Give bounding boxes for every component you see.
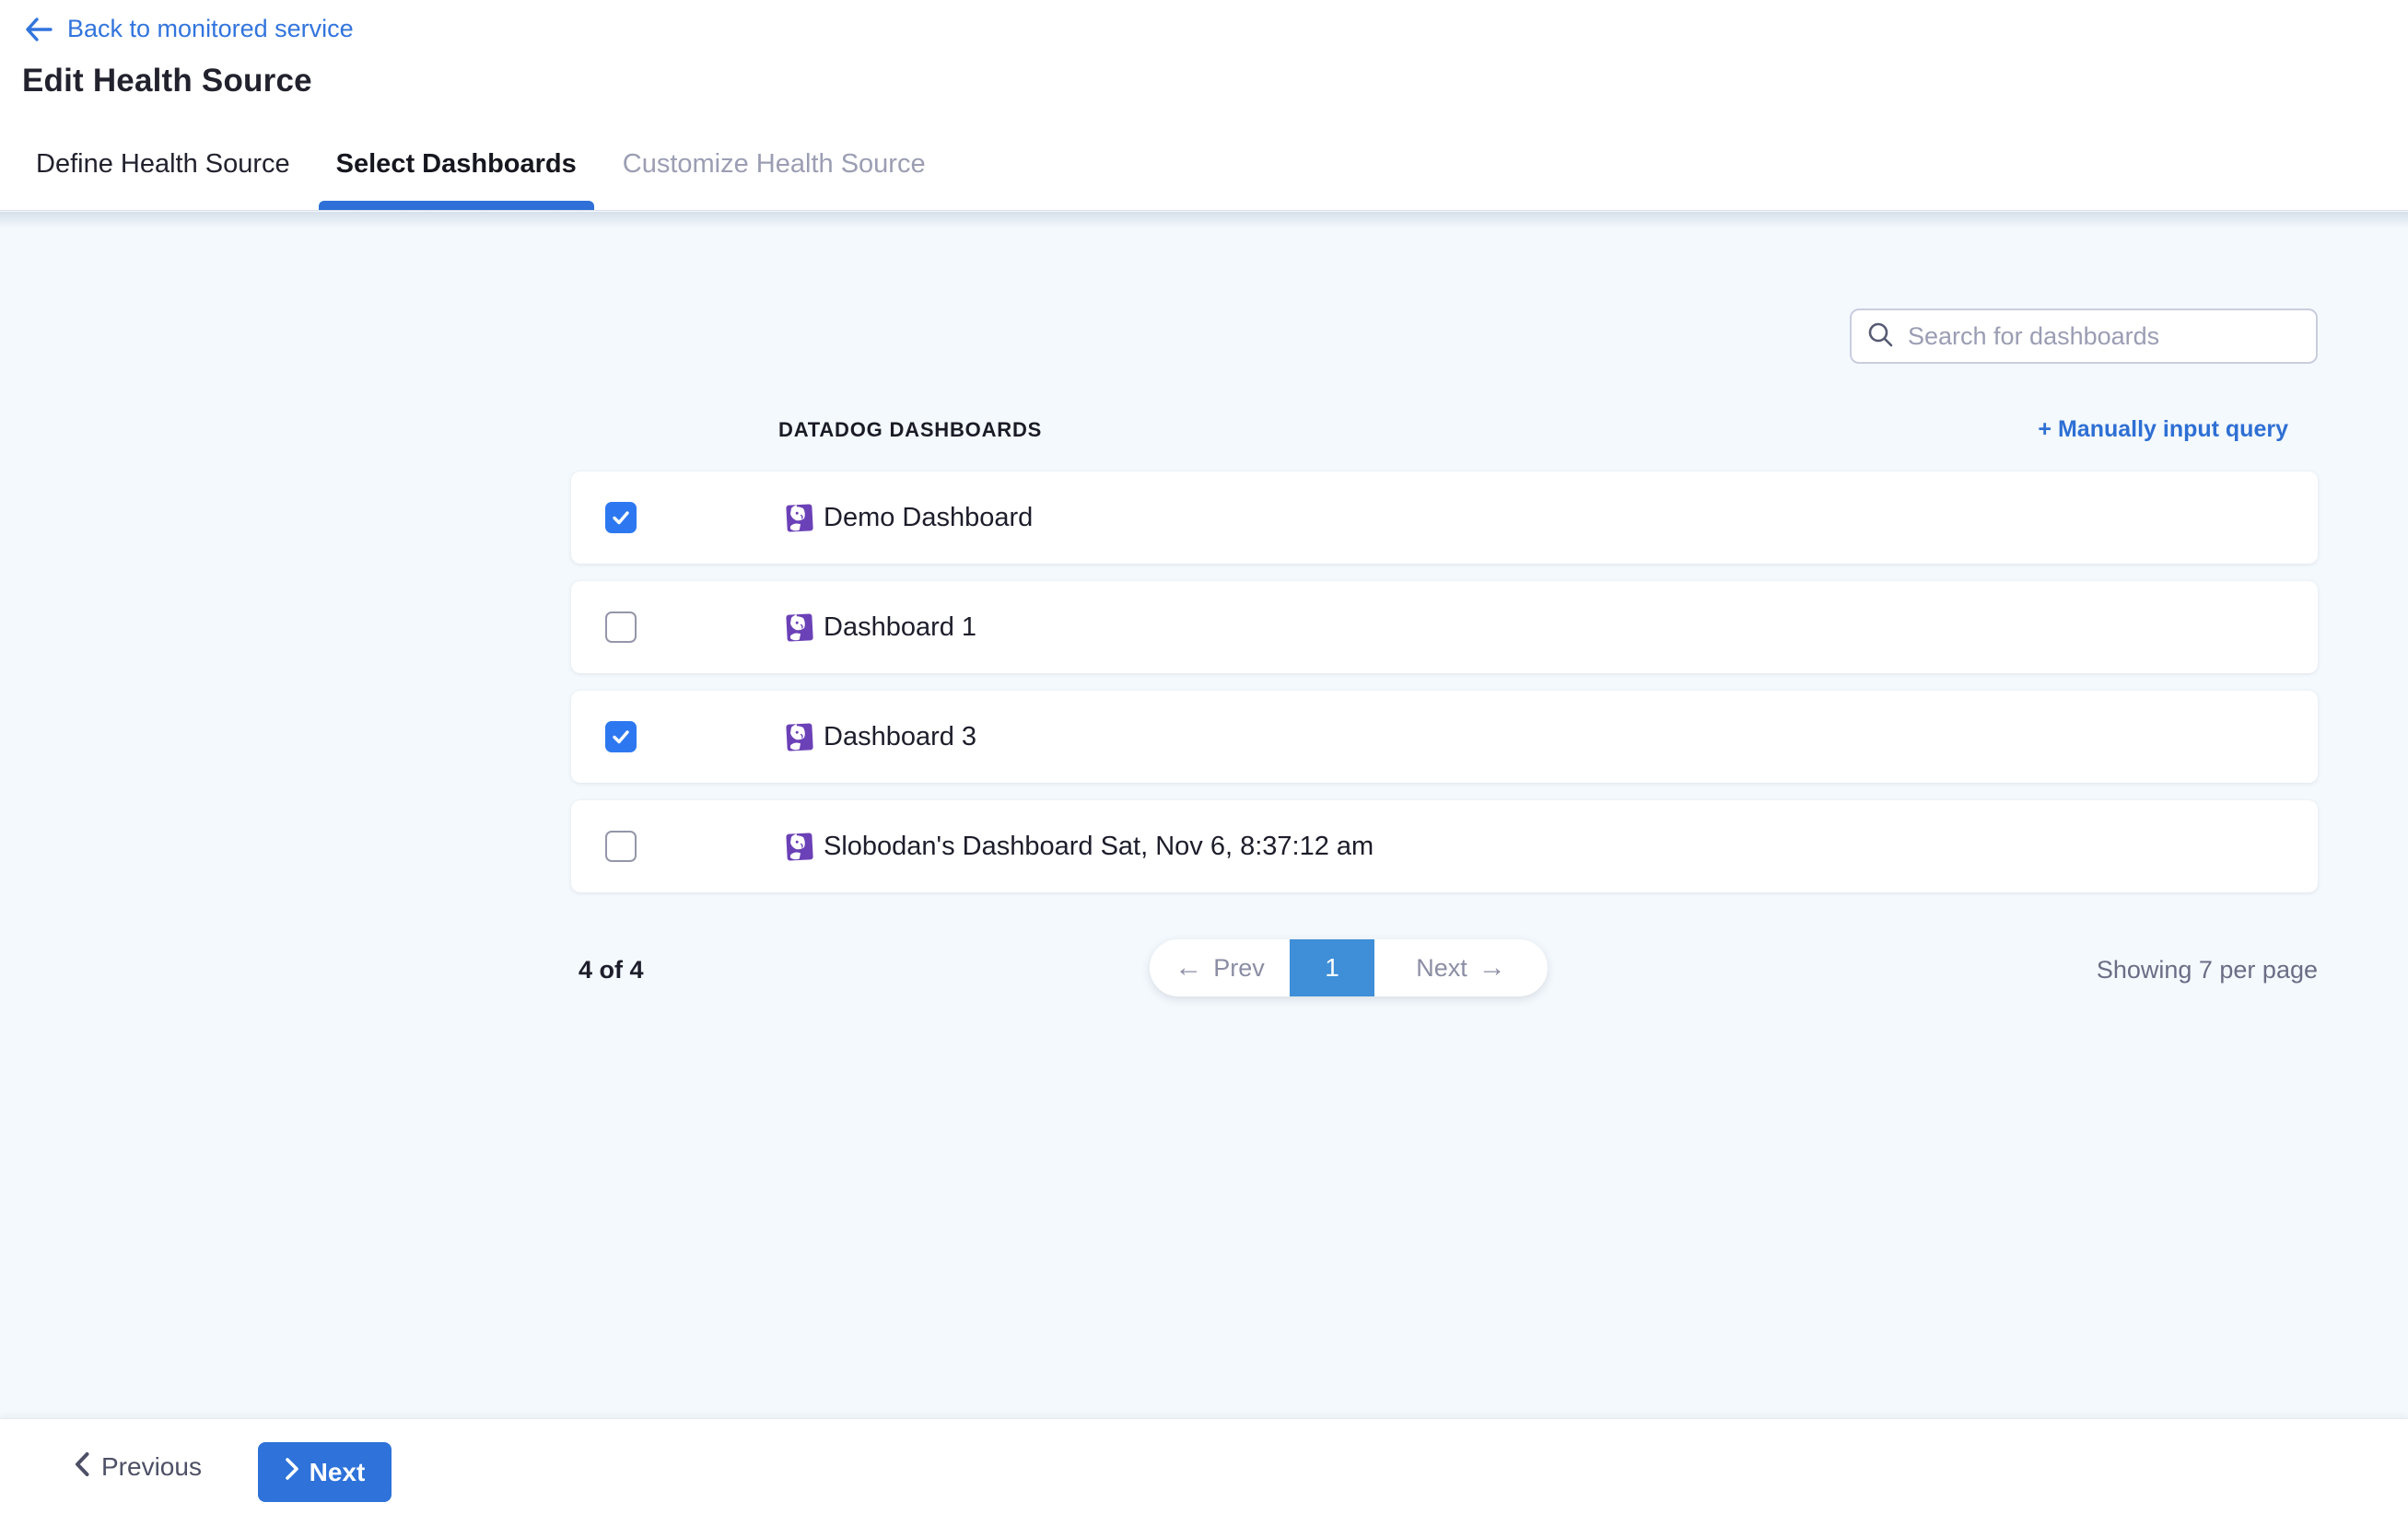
tab-bar: Define Health Source Select Dashboards C… — [18, 118, 954, 210]
dashboard-checkbox[interactable] — [605, 721, 637, 752]
dashboard-list: Demo Dashboard Dashboard 1 — [571, 472, 2318, 910]
dashboard-label: Demo Dashboard — [824, 503, 1033, 533]
column-header-datadog-dashboards: DATADOG DASHBOARDS — [778, 418, 1042, 442]
tab-customize-health-source[interactable]: Customize Health Source — [605, 118, 943, 210]
dashboard-row[interactable]: Dashboard 1 — [571, 581, 2318, 673]
search-icon — [1866, 320, 1894, 353]
dashboard-row[interactable]: Slobodan's Dashboard Sat, Nov 6, 8:37:12… — [571, 800, 2318, 892]
result-count: 4 of 4 — [579, 956, 644, 984]
datadog-icon — [785, 831, 814, 862]
edit-health-source-page: Back to monitored service Edit Health So… — [0, 0, 2408, 1514]
pagination-prev-label: Prev — [1213, 954, 1265, 983]
dashboard-label: Dashboard 3 — [824, 722, 976, 752]
tab-define-health-source[interactable]: Define Health Source — [18, 118, 308, 210]
previous-button-label: Previous — [101, 1452, 202, 1482]
datadog-icon — [785, 502, 814, 533]
arrow-right-icon: → — [1479, 954, 1506, 982]
dashboard-checkbox[interactable] — [605, 502, 637, 533]
arrow-left-icon: ← — [1175, 954, 1202, 982]
dashboard-label: Slobodan's Dashboard Sat, Nov 6, 8:37:12… — [824, 832, 1373, 862]
pagination-next-label: Next — [1416, 954, 1467, 983]
dashboard-search — [1850, 309, 2318, 364]
pagination-prev-button[interactable]: ← Prev — [1150, 939, 1290, 996]
arrow-left-icon — [25, 17, 53, 41]
pagination: ← Prev 1 Next → — [1150, 939, 1548, 996]
chevron-right-icon — [285, 1457, 299, 1487]
dashboard-checkbox[interactable] — [605, 611, 637, 643]
manually-input-query-link[interactable]: + Manually input query — [2038, 416, 2288, 443]
search-input[interactable] — [1908, 322, 2301, 351]
dashboard-row[interactable]: Demo Dashboard — [571, 472, 2318, 564]
pagination-page-1[interactable]: 1 — [1290, 939, 1374, 996]
tab-select-dashboards[interactable]: Select Dashboards — [319, 118, 594, 210]
back-to-monitored-service-link[interactable]: Back to monitored service — [25, 15, 354, 43]
previous-button[interactable]: Previous — [74, 1419, 202, 1514]
page-title: Edit Health Source — [22, 63, 312, 99]
dashboard-label: Dashboard 1 — [824, 612, 976, 643]
page-header: Back to monitored service Edit Health So… — [0, 0, 2408, 211]
datadog-icon — [785, 721, 814, 752]
dashboard-checkbox[interactable] — [605, 831, 637, 862]
chevron-left-icon — [74, 1451, 90, 1484]
next-button-label: Next — [310, 1458, 366, 1487]
pagination-next-button[interactable]: Next → — [1374, 939, 1548, 996]
header-shadow — [0, 212, 2408, 228]
back-link-label: Back to monitored service — [67, 15, 354, 43]
datadog-icon — [785, 611, 814, 643]
dashboard-row[interactable]: Dashboard 3 — [571, 691, 2318, 783]
wizard-footer: Previous Next — [0, 1418, 2408, 1514]
next-button[interactable]: Next — [258, 1442, 392, 1502]
per-page-label: Showing 7 per page — [2097, 956, 2318, 984]
